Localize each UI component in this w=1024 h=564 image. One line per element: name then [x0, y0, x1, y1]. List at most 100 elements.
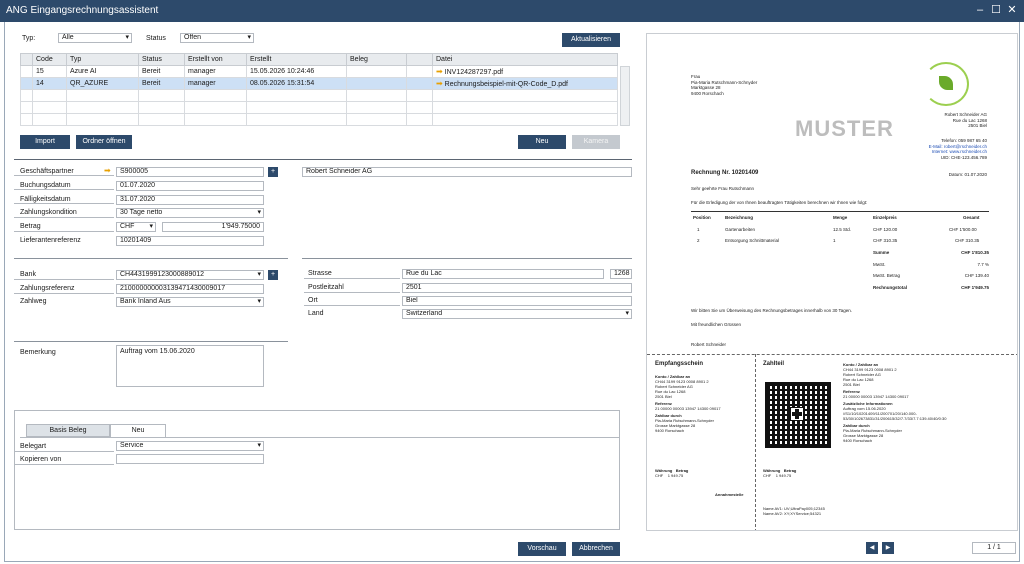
documents-grid: Code Typ Status Erstellt von Erstellt Be… [20, 53, 618, 126]
payment-amount: Währung Betrag CHF 1 949.75 [763, 468, 797, 478]
terms-label: Zahlungskondition [20, 209, 77, 216]
label-rule [14, 279, 114, 280]
partner-name-field[interactable]: Robert Schneider AG [302, 167, 632, 177]
supplier-ref-field[interactable]: 10201409 [116, 236, 264, 246]
booking-date-field[interactable]: 01.07.2020 [116, 181, 264, 191]
doc-recipient: Frau Pia-Maria Rutschmann-Schnyder Marktga… [691, 74, 758, 96]
cell-file[interactable]: ➡ INV124287297.pdf [432, 65, 618, 78]
copy-from-field[interactable] [116, 454, 264, 464]
payway-select[interactable]: Bank Inland Aus [116, 297, 264, 307]
partner-add-icon[interactable]: + [268, 167, 278, 177]
label-rule [14, 175, 114, 176]
country-select[interactable]: Switzerland [402, 309, 632, 319]
grid-scrollbar[interactable] [620, 66, 630, 126]
cell-status: Bereit [138, 65, 185, 78]
doc-vat: MwSt. 7.7 % [873, 262, 989, 267]
tab-divider [20, 437, 620, 438]
city-field[interactable]: Biel [402, 296, 632, 306]
prev-page-button[interactable]: ◀ [866, 542, 878, 554]
doctype-label: Belegart [20, 443, 47, 450]
label-rule [14, 217, 114, 218]
cell-created: 08.05.2026 15:31:54 [246, 77, 347, 90]
zip-field[interactable]: 2501 [402, 283, 632, 293]
divider [14, 258, 288, 259]
divider [302, 258, 632, 259]
table-row-empty [20, 113, 618, 126]
maximize-icon[interactable]: ☐ [990, 4, 1002, 16]
copy-from-label: Kopieren von [20, 456, 62, 463]
next-page-button[interactable]: ▶ [882, 542, 894, 554]
doc-date: Datum: 01.07.2020 [948, 172, 987, 177]
currency-select[interactable]: CHF [116, 222, 156, 232]
pdf-preview[interactable]: Frau Pia-Maria Rutschmann-Schnyder Marktga… [646, 33, 1018, 531]
grid-header-rownum [20, 53, 33, 66]
camera-button: Kamera [572, 135, 620, 149]
partner-code-field[interactable]: S900005 [116, 167, 264, 177]
bank-select[interactable]: CH4431999123000889012 [116, 270, 264, 280]
doc-intro: Für die Erledigung der von Ihnen beauftr… [691, 200, 868, 205]
payment-details: Konto / Zahlbar an CH44 3199 9123 0008 89… [843, 362, 947, 443]
label-rule [14, 464, 114, 465]
cell-code: 15 [32, 65, 67, 78]
label-rule [304, 292, 400, 293]
slip-vertical-cut [755, 354, 756, 530]
payref-field[interactable]: 210000000003139471430009017 [116, 284, 264, 294]
table-row-empty [20, 101, 618, 114]
grid-header-created[interactable]: Erstellt [246, 53, 347, 66]
typ-select[interactable]: Alle [58, 33, 132, 43]
close-icon[interactable]: ✕ [1006, 4, 1018, 16]
payref-label: Zahlungsreferenz [20, 285, 75, 292]
table-row-selected[interactable]: 14 QR_AZURE Bereit manager 08.05.2026 15… [20, 77, 618, 90]
cell-beleg [346, 65, 407, 78]
grid-header-by[interactable]: Erstellt von [184, 53, 247, 66]
new-button[interactable]: Neu [518, 135, 566, 149]
grid-header-file[interactable]: Datei [432, 53, 618, 66]
tab-neu[interactable]: Neu [110, 424, 166, 437]
grid-header-status[interactable]: Status [138, 53, 185, 66]
label-rule [304, 278, 400, 279]
remark-label: Bemerkung [20, 349, 56, 356]
partner-label: Geschäftspartner [20, 168, 74, 175]
receipt-account: Konto / Zahlbar an CH44 3199 9123 0008 89… [655, 374, 721, 433]
payment-title: Zahlteil [763, 361, 785, 367]
link-arrow-icon[interactable]: ➡ [436, 67, 443, 76]
link-arrow-icon[interactable]: ➡ [436, 79, 443, 88]
booking-date-label: Buchungsdatum [20, 182, 71, 189]
terms-select[interactable]: 30 Tage netto [116, 208, 264, 218]
doctype-select[interactable]: Service [116, 441, 264, 451]
label-rule [14, 203, 114, 204]
doc-rule [691, 211, 989, 212]
table-row[interactable]: 15 Azure AI Bereit manager 15.05.2026 10… [20, 65, 618, 78]
divider [14, 341, 288, 342]
refresh-button[interactable]: Aktualisieren [562, 33, 620, 47]
doc-sum: Summe CHF 1'810.35 [873, 250, 989, 255]
bank-add-icon[interactable]: + [268, 270, 278, 280]
doc-sender: Robert Schneider AG Rue du Lac 1268 2501 B… [944, 112, 987, 128]
cancel-button[interactable]: Abbrechen [572, 542, 620, 556]
grid-header-spacer [406, 53, 433, 66]
status-label: Status [146, 35, 166, 42]
due-date-field[interactable]: 31.07.2020 [116, 195, 264, 205]
doc-total: Rechnungstotal CHF 1'949.75 [873, 285, 989, 290]
amount-field[interactable]: 1'949.75000 [162, 222, 264, 232]
doc-regards: Mit freundlichen Grüssen [691, 322, 742, 327]
status-select[interactable]: Offen [180, 33, 254, 43]
cell-file[interactable]: ➡ Rechnungsbeispiel-mit-QR-Code_D.pdf [432, 77, 618, 90]
grid-header-beleg[interactable]: Beleg [346, 53, 407, 66]
city-label: Ort [308, 297, 318, 304]
divider [14, 159, 632, 160]
grid-header-code[interactable]: Code [32, 53, 67, 66]
cell-code: 14 [32, 77, 67, 90]
preview-button[interactable]: Vorschau [518, 542, 566, 556]
bank-label: Bank [20, 271, 36, 278]
street-field[interactable]: Rue du Lac [402, 269, 604, 279]
import-button[interactable]: Import [20, 135, 70, 149]
grid-header-typ[interactable]: Typ [66, 53, 139, 66]
label-rule [14, 451, 114, 452]
street-number-field[interactable]: 1268 [610, 269, 632, 279]
partner-link-arrow-icon[interactable]: ➡ [104, 166, 111, 175]
minimize-icon[interactable]: ‒ [974, 4, 986, 16]
tab-basis-beleg[interactable]: Basis Beleg [26, 424, 110, 437]
open-folder-button[interactable]: Ordner öffnen [76, 135, 132, 149]
remark-textarea[interactable]: Auftrag vom 15.06.2020 [116, 345, 264, 387]
